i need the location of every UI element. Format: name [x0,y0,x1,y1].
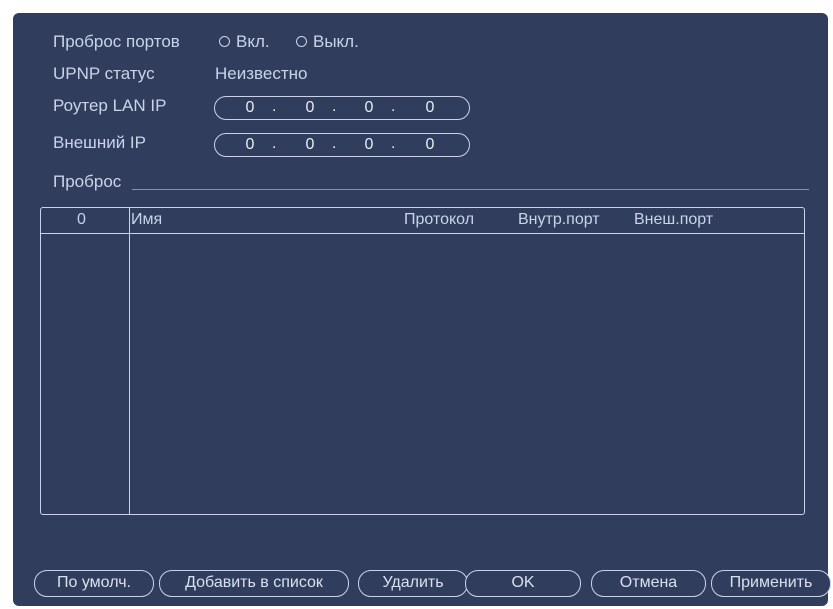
ip-octet-4[interactable]: 0 [420,99,440,117]
external-ip-input[interactable]: 0 . 0 . 0 . 0 [214,133,470,157]
port-forwarding-off-radio[interactable] [296,36,307,47]
ok-button[interactable]: OK [465,570,581,597]
ip-dot: . [272,135,277,152]
ip-dot: . [272,98,277,115]
ip-octet-1[interactable]: 0 [240,136,260,154]
ip-octet-2[interactable]: 0 [300,136,320,154]
table-column-divider [129,208,130,514]
delete-button[interactable]: Удалить [358,570,468,597]
default-button[interactable]: По умолч. [34,570,154,597]
table-header-name: Имя [131,211,163,228]
table-header-index: 0 [77,211,86,228]
table-header-divider [41,233,804,234]
upnp-status-label: UPNP статус [53,64,155,83]
ip-dot: . [332,98,337,115]
ip-dot: . [391,98,396,115]
apply-button[interactable]: Применить [711,570,831,597]
port-forwarding-off-label[interactable]: Выкл. [313,32,359,52]
external-ip-label: Внешний IP [53,133,146,152]
ip-dot: . [391,135,396,152]
ip-octet-3[interactable]: 0 [359,99,379,117]
ip-octet-1[interactable]: 0 [240,99,260,117]
port-forwarding-label: Проброс портов [53,32,180,51]
ip-octet-4[interactable]: 0 [420,136,440,154]
add-to-list-button[interactable]: Добавить в список [159,570,349,597]
forward-section-label: Проброс [53,172,122,191]
router-lan-ip-label: Роутер LAN IP [53,96,167,115]
ip-dot: . [332,135,337,152]
port-forwarding-on-radio[interactable] [219,36,230,47]
port-forwarding-on-label[interactable]: Вкл. [236,32,270,52]
ip-octet-2[interactable]: 0 [300,99,320,117]
port-mapping-table[interactable]: 0 Имя Протокол Внутр.порт Внеш.порт [40,207,805,515]
router-lan-ip-input[interactable]: 0 . 0 . 0 . 0 [214,96,470,120]
upnp-status-value: Неизвестно [215,64,308,83]
table-header-external-port: Внеш.порт [634,211,714,228]
ip-octet-3[interactable]: 0 [359,136,379,154]
cancel-button[interactable]: Отмена [591,570,706,597]
section-divider [132,189,809,190]
table-header-protocol: Протокол [404,211,475,228]
table-header-internal-port: Внутр.порт [518,211,600,228]
